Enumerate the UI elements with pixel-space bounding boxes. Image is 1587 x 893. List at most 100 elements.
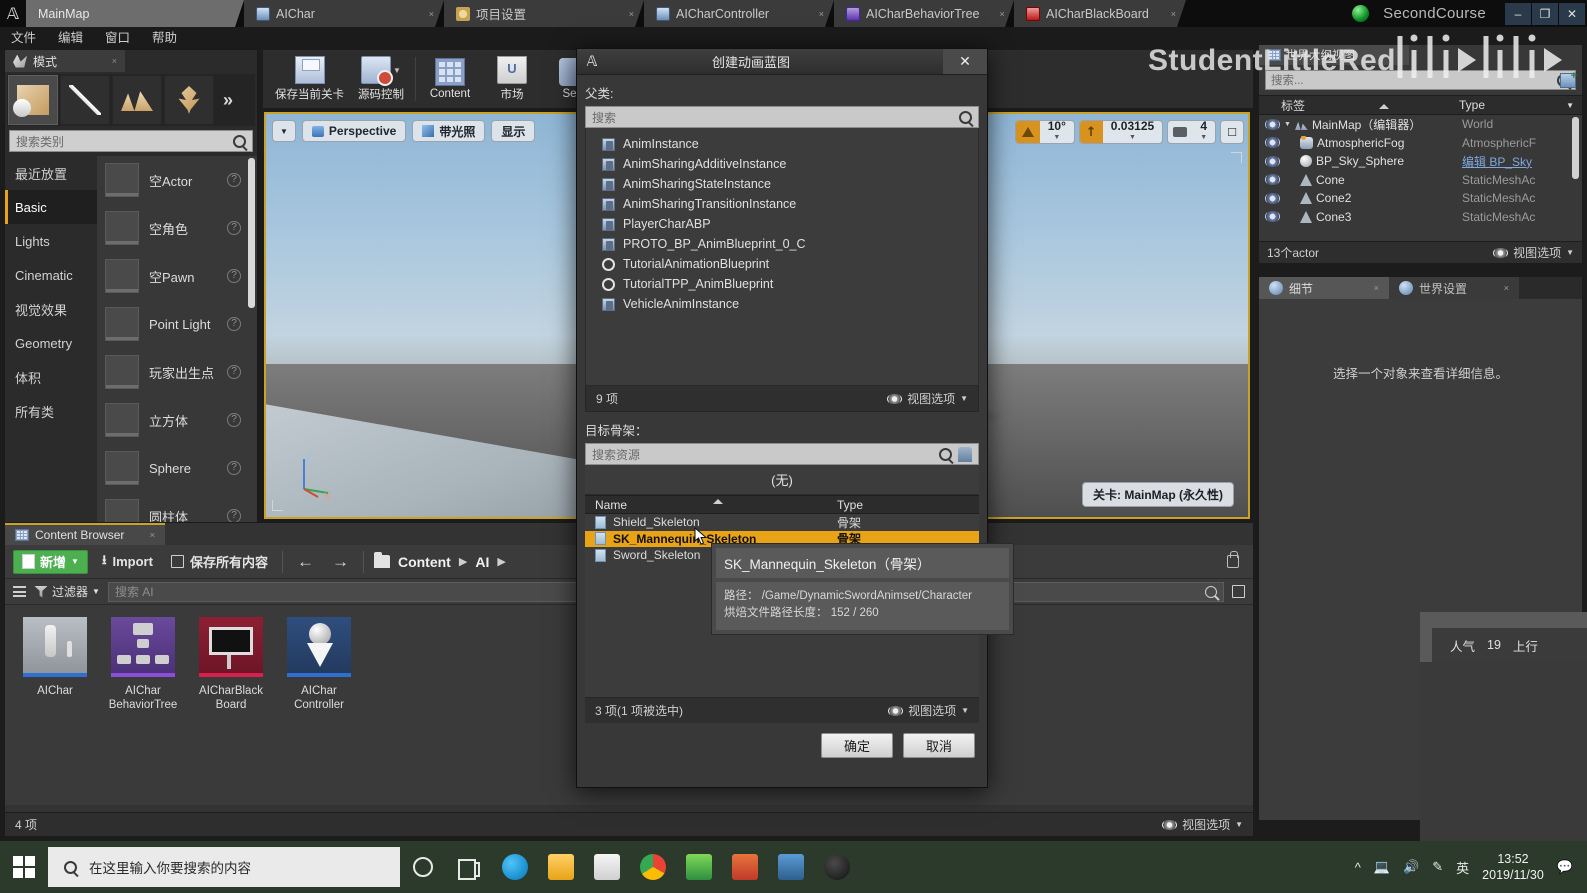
ok-button[interactable]: 确定 <box>821 732 893 758</box>
parent-class-row[interactable]: AnimSharingTransitionInstance <box>586 194 978 214</box>
menu-edit[interactable]: 编辑 <box>47 27 94 49</box>
action-center-icon[interactable]: 💬 <box>1557 859 1573 875</box>
asset-item[interactable]: AIChar Controller <box>283 617 355 712</box>
minimize-button[interactable]: – <box>1505 2 1531 25</box>
angle-snap-value[interactable]: 10° ▼ <box>1040 121 1074 143</box>
network-icon[interactable]: 💻 <box>1374 859 1390 875</box>
task-view-button[interactable] <box>446 841 492 893</box>
mode-landscape-button[interactable] <box>112 75 162 125</box>
scale-snap-value[interactable]: 0.03125 ▼ <box>1103 121 1162 143</box>
sources-panel-icon[interactable] <box>13 586 26 597</box>
visibility-icon[interactable] <box>1265 155 1280 167</box>
edge-button[interactable] <box>492 841 538 893</box>
asset-item[interactable]: AIChar <box>19 617 91 698</box>
add-new-button[interactable]: 新增 ▼ <box>13 549 88 574</box>
parent-view-options-button[interactable]: 视图选项 ▼ <box>887 390 968 407</box>
angle-snap-toggle[interactable] <box>1015 121 1040 143</box>
image-app-button[interactable] <box>768 841 814 893</box>
place-item[interactable]: 玩家出生点? <box>97 348 257 396</box>
view-mode-lit-button[interactable]: 带光照 <box>412 120 486 142</box>
close-icon[interactable]: × <box>1374 283 1379 293</box>
category-geometry[interactable]: Geometry <box>5 326 97 360</box>
help-icon[interactable]: ? <box>227 269 241 283</box>
visibility-icon[interactable] <box>1265 118 1280 130</box>
parent-class-search-input[interactable]: 搜索 <box>585 106 979 128</box>
expander-icon[interactable]: ▼ <box>1284 121 1291 128</box>
mode-foliage-button[interactable] <box>164 75 214 125</box>
outliner-row[interactable]: Cone2 StaticMeshAc <box>1259 189 1582 208</box>
tab-aichar[interactable]: AIChar × <box>244 0 444 27</box>
camera-speed-group[interactable]: 4 ▼ <box>1167 120 1217 144</box>
place-item[interactable]: 空Pawn? <box>97 252 257 300</box>
menu-window[interactable]: 窗口 <box>94 27 141 49</box>
modes-tab[interactable]: 模式 × <box>5 50 125 72</box>
chevron-right-icon[interactable]: ▶ <box>497 555 505 568</box>
place-item[interactable]: 空角色? <box>97 204 257 252</box>
outliner-row[interactable]: BP_Sky_Sphere 编辑 BP_Sky <box>1259 152 1582 171</box>
breadcrumb-ai[interactable]: AI <box>475 554 489 570</box>
outliner-column-label[interactable]: 标签 <box>1259 97 1459 114</box>
skeleton-filter-icon[interactable] <box>958 446 972 462</box>
parent-class-row[interactable]: TutorialTPP_AnimBlueprint <box>586 274 978 294</box>
camera-speed-value[interactable]: 4 ▼ <box>1192 121 1215 143</box>
parent-class-row[interactable]: TutorialAnimationBlueprint <box>586 254 978 274</box>
menu-file[interactable]: 文件 <box>0 27 47 49</box>
parent-class-row[interactable]: VehicleAnimInstance <box>586 294 978 314</box>
category-all-classes[interactable]: 所有类 <box>5 394 97 428</box>
place-item[interactable]: Sphere? <box>97 444 257 492</box>
parent-class-row[interactable]: AnimSharingStateInstance <box>586 174 978 194</box>
tab-aicharblackboard[interactable]: AICharBlackBoard × <box>1014 0 1186 27</box>
tab-world-settings[interactable]: 世界设置 × <box>1389 277 1519 299</box>
world-outliner-tab[interactable]: 世界大纲视图 <box>1259 45 1409 65</box>
help-icon[interactable]: ? <box>227 365 241 379</box>
pen-icon[interactable]: ✎ <box>1432 859 1443 875</box>
tab-close-icon[interactable]: × <box>615 9 634 19</box>
mode-place-button[interactable] <box>8 75 58 125</box>
outliner-scrollbar[interactable] <box>1572 117 1579 179</box>
cortana-button[interactable] <box>400 841 446 893</box>
powerpoint-button[interactable] <box>722 841 768 893</box>
menu-help[interactable]: 帮助 <box>141 27 188 49</box>
skeleton-column-name[interactable]: Name <box>585 498 837 512</box>
scale-snap-toggle[interactable]: ↗ <box>1079 121 1103 143</box>
marketplace-button[interactable]: 市场 <box>481 51 543 107</box>
parent-class-row[interactable]: AnimSharingAdditiveInstance <box>586 154 978 174</box>
volume-icon[interactable]: 🔊 <box>1403 859 1419 875</box>
help-icon[interactable]: ? <box>227 173 241 187</box>
import-button[interactable]: ⭳ Import <box>98 551 157 573</box>
visibility-icon[interactable] <box>1265 211 1280 223</box>
chevron-down-icon[interactable]: ▼ <box>393 66 401 75</box>
outliner-row[interactable]: Cone StaticMeshAc <box>1259 171 1582 190</box>
viewport-options-button[interactable]: ▼ <box>272 120 296 142</box>
category-cinematic[interactable]: Cinematic <box>5 258 97 292</box>
category-recent[interactable]: 最近放置 <box>5 156 97 190</box>
asset-item[interactable]: AIChar BehaviorTree <box>107 617 179 712</box>
cancel-button[interactable]: 取消 <box>903 732 975 758</box>
close-icon[interactable]: × <box>1504 283 1509 293</box>
parent-class-row[interactable]: AnimInstance <box>586 134 978 154</box>
outliner-column-type[interactable]: Type ▼ <box>1459 98 1582 112</box>
more-modes-icon[interactable]: » <box>215 90 241 111</box>
place-item[interactable]: Point Light? <box>97 300 257 348</box>
outliner-search-input[interactable]: 搜索... <box>1265 70 1576 90</box>
save-current-level-button[interactable]: 保存当前关卡 <box>269 51 350 107</box>
category-basic[interactable]: Basic <box>5 190 97 224</box>
tab-aicharbehaviortree[interactable]: AICharBehaviorTree × <box>834 0 1014 27</box>
close-button[interactable]: ✕ <box>1559 2 1585 25</box>
editor-app-button[interactable] <box>676 841 722 893</box>
lock-icon[interactable] <box>1227 551 1239 568</box>
help-icon[interactable]: ? <box>227 413 241 427</box>
show-flags-button[interactable]: 显示 <box>491 120 536 142</box>
visibility-icon[interactable] <box>1265 137 1280 149</box>
chevron-down-icon[interactable]: ▼ <box>1566 101 1574 110</box>
store-button[interactable] <box>584 841 630 893</box>
outliner-row[interactable]: AtmosphericFog AtmosphericF <box>1259 134 1582 153</box>
tab-close-icon[interactable]: × <box>805 9 824 19</box>
skeleton-none-row[interactable]: (无) <box>585 465 979 495</box>
help-icon[interactable]: ? <box>227 221 241 235</box>
unreal-taskbar-button[interactable] <box>814 841 860 893</box>
file-explorer-button[interactable] <box>538 841 584 893</box>
help-icon[interactable]: ? <box>227 461 241 475</box>
save-search-icon[interactable] <box>1232 585 1245 598</box>
skeleton-row[interactable]: Shield_Skeleton 骨架 <box>585 514 979 531</box>
